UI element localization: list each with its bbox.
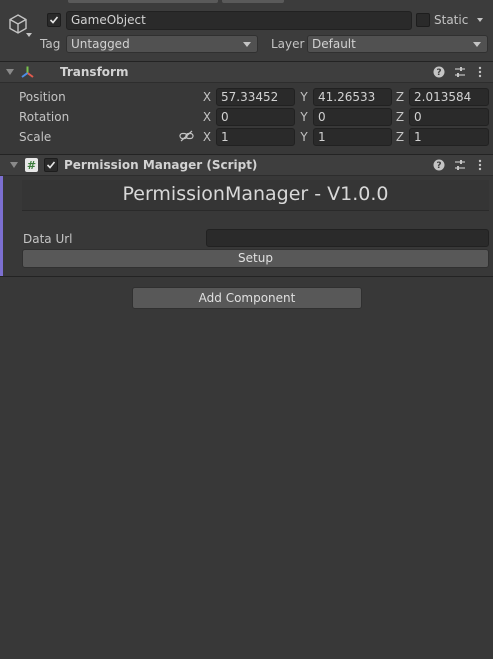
script-foldout-icon[interactable] [10, 162, 18, 168]
help-icon[interactable]: ? [433, 66, 445, 78]
rotation-z-label[interactable]: Z [395, 110, 405, 124]
svg-text:#: # [27, 159, 36, 172]
scale-label[interactable]: Scale [19, 130, 51, 144]
layer-label: Layer [271, 37, 305, 51]
rotation-y-field[interactable]: 0 [313, 108, 392, 126]
setup-button[interactable]: Setup [22, 249, 489, 268]
top-tab [68, 0, 218, 3]
tag-label: Tag [40, 37, 61, 51]
checkmark-icon [46, 161, 56, 169]
constrain-proportions-icon[interactable] [179, 130, 194, 142]
chevron-down-icon[interactable] [26, 33, 32, 37]
layer-value: Default [312, 37, 356, 51]
presets-icon[interactable] [454, 159, 466, 171]
version-banner-text: PermissionManager - V1.0.0 [122, 183, 389, 205]
layer-dropdown[interactable]: Default [307, 35, 488, 53]
static-label: Static [434, 13, 469, 27]
position-label[interactable]: Position [19, 90, 66, 104]
kebab-menu-icon[interactable] [474, 159, 486, 171]
data-url-label: Data Url [23, 232, 73, 246]
divider [0, 276, 493, 277]
kebab-menu-icon[interactable] [474, 66, 486, 78]
version-banner: PermissionManager - V1.0.0 [22, 180, 489, 211]
transform-title: Transform [60, 65, 129, 79]
scale-x-field[interactable]: 1 [216, 128, 295, 146]
scale-y-field[interactable]: 1 [313, 128, 392, 146]
active-checkbox[interactable] [47, 13, 61, 27]
position-y-field[interactable]: 41.26533 [313, 88, 392, 106]
rotation-y-label[interactable]: Y [299, 110, 309, 124]
script-component-title: Permission Manager (Script) [64, 158, 258, 172]
chevron-down-icon [473, 42, 481, 47]
rotation-label[interactable]: Rotation [19, 110, 69, 124]
tag-value: Untagged [71, 37, 130, 51]
position-x-field[interactable]: 57.33452 [216, 88, 295, 106]
position-y-label[interactable]: Y [299, 90, 309, 104]
data-url-field[interactable] [206, 229, 489, 247]
position-x-label[interactable]: X [202, 90, 212, 104]
svg-text:?: ? [436, 68, 441, 78]
chevron-down-icon [243, 42, 251, 47]
rotation-x-field[interactable]: 0 [216, 108, 295, 126]
top-tab [222, 0, 284, 3]
static-dropdown-arrow-icon[interactable] [477, 18, 483, 22]
svg-text:?: ? [436, 161, 441, 171]
position-z-field[interactable]: 2.013584 [409, 88, 489, 106]
scale-y-label[interactable]: Y [299, 130, 309, 144]
transform-foldout-icon[interactable] [6, 69, 14, 75]
transform-axes-icon [20, 65, 35, 80]
scale-z-field[interactable]: 1 [409, 128, 489, 146]
csharp-script-icon: # [25, 158, 38, 172]
rotation-z-field[interactable]: 0 [409, 108, 489, 126]
checkmark-icon [49, 16, 59, 24]
top-strip [0, 0, 493, 5]
scale-z-label[interactable]: Z [395, 130, 405, 144]
gameobject-name-field[interactable]: GameObject [66, 11, 412, 30]
add-component-button[interactable]: Add Component [132, 287, 362, 309]
presets-icon[interactable] [454, 66, 466, 78]
component-accent-bar [0, 176, 3, 276]
static-checkbox[interactable] [416, 13, 430, 27]
script-enabled-checkbox[interactable] [44, 158, 58, 172]
help-icon[interactable]: ? [433, 159, 445, 171]
position-z-label[interactable]: Z [395, 90, 405, 104]
rotation-x-label[interactable]: X [202, 110, 212, 124]
tag-dropdown[interactable]: Untagged [66, 35, 258, 53]
scale-x-label[interactable]: X [202, 130, 212, 144]
